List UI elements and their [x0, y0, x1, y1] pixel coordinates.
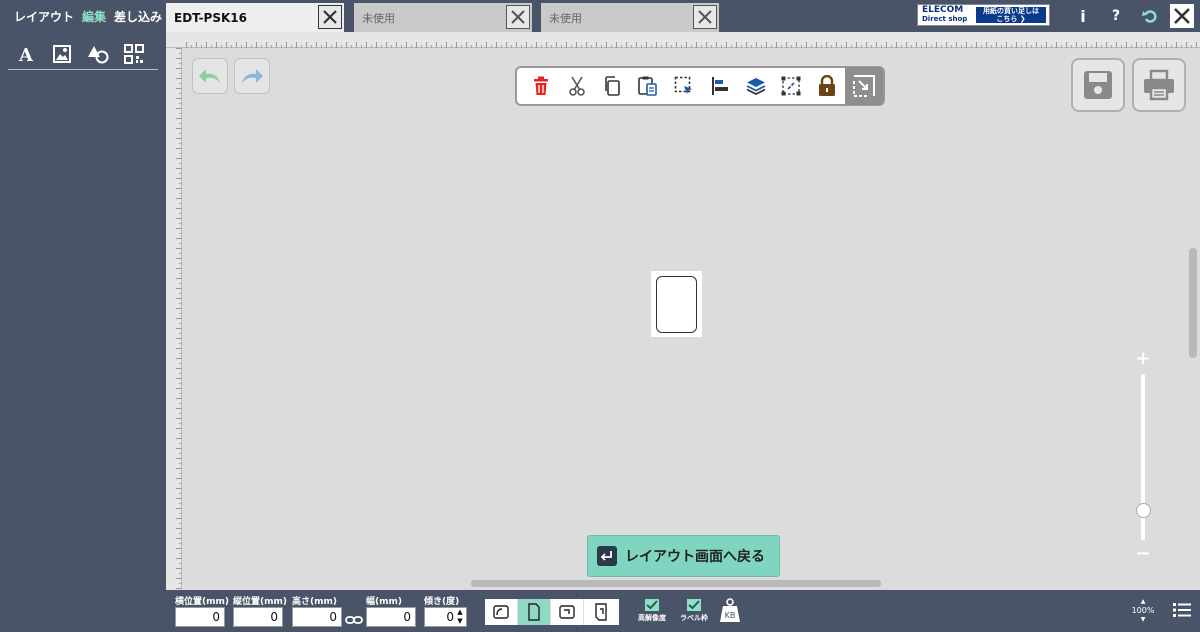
mode-menu: レイアウト 編集 差し込み — [0, 0, 166, 32]
height-input[interactable]: 0 — [292, 607, 342, 627]
print-button[interactable] — [1132, 58, 1186, 112]
select-area-icon[interactable] — [666, 68, 702, 104]
layers-icon[interactable] — [738, 68, 774, 104]
menu-layout[interactable]: レイアウト — [14, 8, 74, 25]
buy-paper-link[interactable]: 用紙の買い足しは こちら ❯ — [976, 7, 1046, 23]
angle-label: 傾き(度) — [424, 597, 460, 607]
tab-label: EDT-PSK16 — [174, 10, 247, 25]
tab-close-icon[interactable] — [318, 5, 342, 29]
elecom-shop-banner[interactable]: ELECOM Direct shop 用紙の買い足しは こちら ❯ — [917, 4, 1050, 26]
width-label: 幅(mm) — [366, 597, 402, 607]
y-position-label: 縦位置(mm) — [233, 597, 287, 607]
return-icon — [597, 546, 617, 566]
menu-merge[interactable]: 差し込み — [114, 8, 162, 25]
left-panel: A — [0, 32, 166, 590]
high-resolution-checkbox[interactable]: 高解像度 — [632, 598, 672, 623]
qr-code-icon[interactable] — [122, 42, 146, 66]
x-position-label: 横位置(mm) — [175, 597, 229, 607]
undo-reset-icon[interactable] — [1138, 4, 1162, 28]
vertical-scrollbar[interactable] — [1189, 248, 1197, 358]
zoom-slider-thumb[interactable] — [1136, 502, 1151, 518]
height-label: 高さ(mm) — [292, 597, 337, 607]
file-size-weight-icon: KB — [719, 598, 741, 624]
back-button-label: レイアウト画面へ戻る — [625, 549, 765, 565]
width-input[interactable]: 0 — [366, 607, 416, 627]
tab-unused-1[interactable]: 未使用 — [354, 3, 532, 32]
panel-divider — [8, 69, 158, 70]
text-icon[interactable]: A — [14, 42, 38, 66]
svg-text:A: A — [18, 45, 34, 64]
redo-button[interactable] — [234, 58, 270, 94]
help-icon[interactable]: ? — [1104, 4, 1128, 28]
paste-icon[interactable] — [630, 68, 666, 104]
label-frame[interactable] — [656, 276, 697, 333]
horizontal-scrollbar[interactable] — [471, 580, 881, 587]
rotate-left-icon[interactable] — [485, 599, 518, 625]
tab-label: 未使用 — [362, 11, 395, 25]
menu-edit[interactable]: 編集 — [82, 8, 106, 25]
tab-label: 未使用 — [549, 11, 582, 25]
tab-close-icon[interactable] — [693, 5, 717, 29]
transform-icon[interactable] — [845, 67, 883, 105]
list-icon[interactable] — [1170, 598, 1194, 622]
zoom-in-icon[interactable]: + — [1135, 350, 1151, 368]
rotate-right-icon[interactable] — [551, 599, 584, 625]
tab-edt-psk16[interactable]: EDT-PSK16 — [166, 3, 344, 32]
angle-stepper[interactable]: ▲ ▼ — [455, 608, 465, 626]
image-icon[interactable] — [50, 42, 74, 66]
lock-icon[interactable] — [809, 68, 845, 104]
copy-icon[interactable] — [595, 68, 631, 104]
x-position-input[interactable]: 0 — [175, 607, 225, 627]
close-app-icon[interactable] — [1170, 4, 1194, 28]
rotate-180-icon[interactable] — [584, 599, 617, 625]
label-frame-checkbox[interactable]: ラベル枠 — [674, 598, 714, 623]
link-aspect-icon[interactable] — [345, 611, 363, 625]
back-to-layout-button[interactable]: レイアウト画面へ戻る — [587, 535, 780, 577]
zoom-out-icon[interactable]: − — [1135, 545, 1151, 563]
tab-close-icon[interactable] — [506, 5, 530, 29]
edit-toolbar — [515, 66, 885, 106]
ruler-top — [166, 32, 1200, 48]
svg-text:KB: KB — [725, 611, 736, 620]
zoom-level[interactable]: ▲ 100% ▼ — [1130, 597, 1156, 624]
portrait-icon[interactable] — [518, 599, 551, 625]
save-button[interactable] — [1071, 58, 1125, 112]
ruler-left — [166, 48, 182, 590]
info-icon[interactable]: i — [1071, 4, 1095, 28]
y-position-input[interactable]: 0 — [233, 607, 283, 627]
trash-icon[interactable] — [523, 68, 559, 104]
tab-unused-2[interactable]: 未使用 — [541, 3, 719, 32]
group-icon[interactable] — [774, 68, 810, 104]
undo-button[interactable] — [192, 58, 228, 94]
scissors-icon[interactable] — [559, 68, 595, 104]
elecom-logo: ELECOM Direct shop — [922, 5, 968, 24]
align-icon[interactable] — [702, 68, 738, 104]
rotation-group — [485, 599, 619, 625]
shapes-icon[interactable] — [86, 42, 110, 66]
